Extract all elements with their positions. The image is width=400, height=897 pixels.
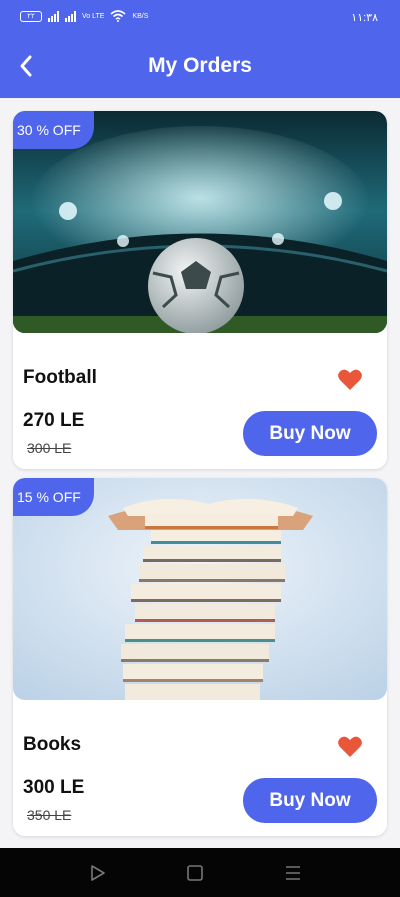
status-time: ١١:٣٨ [351,12,378,24]
buy-now-button[interactable]: Buy Now [243,778,377,823]
order-card-football: 30 % OFF Football 270 LE 300 LE Buy Now [13,111,387,469]
triangle-back-icon[interactable] [87,862,109,884]
page-title: My Orders [148,54,252,77]
product-name: Football [23,367,97,388]
discount-badge: 15 % OFF [13,478,94,516]
product-old-price: 300 LE [27,440,72,456]
battery-level: ٢٢ [27,13,35,20]
signal-icon-2 [65,10,76,22]
network-speed: KB/S [132,12,149,20]
product-name: Books [23,734,82,755]
order-card-books: 15 % OFF Books 300 LE 350 LE Buy Now [13,478,387,836]
heart-icon[interactable] [337,735,363,759]
product-price: 300 LE [23,777,85,798]
app-bar: My Orders [0,34,400,98]
product-old-price: 350 LE [27,807,72,823]
heart-icon[interactable] [337,368,363,392]
wifi-icon [110,10,126,22]
menu-lines-icon[interactable] [282,862,304,884]
system-nav-bar [0,848,400,897]
square-home-icon[interactable] [184,862,206,884]
volte-label: Vo LTE [82,12,105,20]
signal-icon [48,10,59,22]
battery-icon: ٢٢ [20,10,42,22]
product-price: 270 LE [23,410,85,431]
discount-badge: 30 % OFF [13,111,94,149]
buy-now-button[interactable]: Buy Now [243,411,377,456]
status-bar: ٢٢ Vo LTE KB/S ١١:٣٨ [0,0,400,34]
